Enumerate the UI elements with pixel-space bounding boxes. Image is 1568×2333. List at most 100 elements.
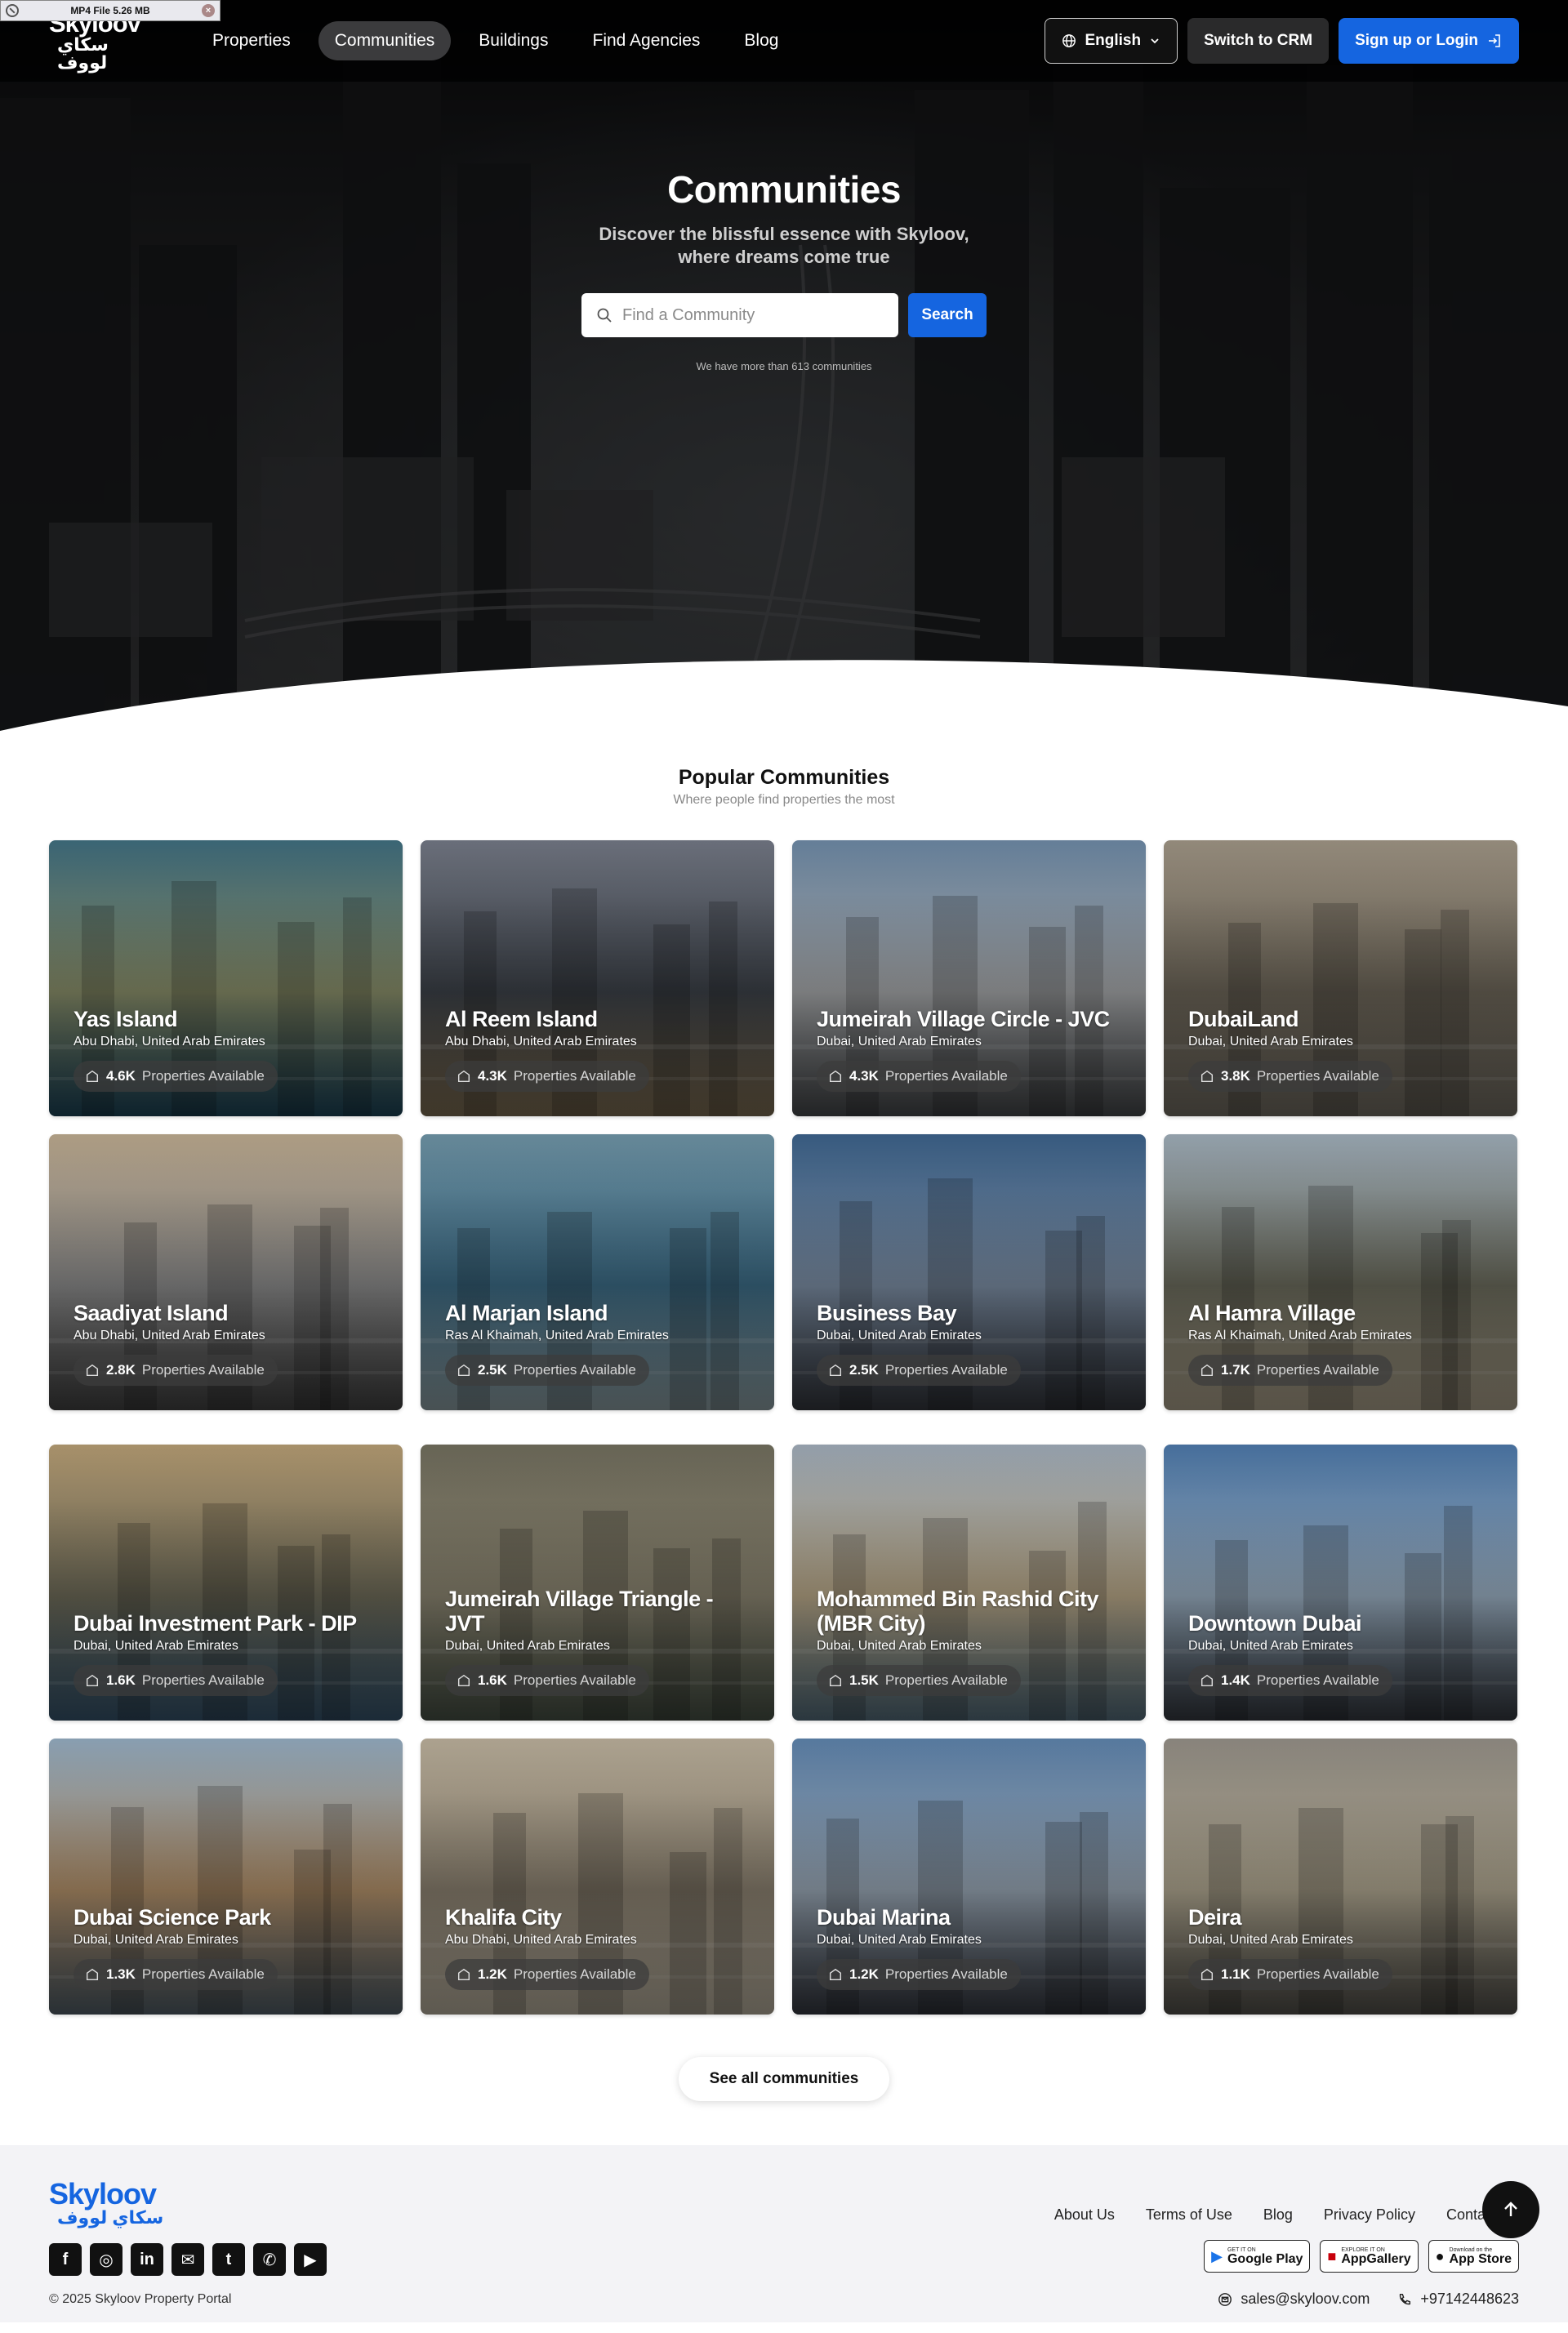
phone-link[interactable]: +97142448623 [1397,2291,1519,2308]
building-icon [829,1674,842,1687]
community-card[interactable]: Dubai Science Park Dubai, United Arab Em… [49,1739,403,2015]
properties-count: 4.3K [849,1068,879,1084]
copyright: © 2025 Skyloov Property Portal [49,2292,232,2306]
properties-label: Properties Available [513,1966,636,1982]
footer-logo[interactable]: Skyloov سكاي لووف [49,2179,163,2227]
footer-link-privacy[interactable]: Privacy Policy [1324,2206,1415,2224]
community-card[interactable]: Al Hamra Village Ras Al Khaimah, United … [1164,1134,1517,1410]
community-name: DubaiLand [1188,1007,1299,1031]
phone-text: +97142448623 [1420,2291,1519,2307]
mail-icon[interactable]: ✉ [172,2243,204,2276]
card-info: Yas Island Abu Dhabi, United Arab Emirat… [74,1007,386,1092]
store-badge[interactable]: ■ EXPLORE IT ON AppGallery [1320,2240,1419,2273]
properties-count-badge: 1.2K Properties Available [445,1959,649,1990]
language-label: English [1085,32,1142,49]
linkedin-icon[interactable]: in [131,2243,163,2276]
community-name: Dubai Investment Park - DIP [74,1611,357,1636]
properties-count: 1.5K [849,1672,879,1688]
community-name: Saadiyat Island [74,1301,229,1325]
properties-count: 1.6K [478,1672,507,1688]
switch-to-crm-button[interactable]: Switch to CRM [1187,18,1330,64]
search-input[interactable] [622,305,884,325]
nav-item-properties[interactable]: Properties [196,21,307,60]
community-name: Al Marjan Island [445,1301,608,1325]
search-button[interactable]: Search [908,293,987,337]
appgallery-icon: ■ [1327,2247,1337,2264]
app-store-badges: ▶ GET IT ON Google Play ■ EXPLORE IT ON A… [1204,2240,1519,2273]
search-field[interactable] [581,293,898,337]
twitter-icon[interactable]: t [212,2243,245,2276]
file-badge-text: MP4 File 5.26 MB [70,5,150,16]
navbar: Skyloov سكاي لووف Properties Communities… [0,0,1568,82]
properties-label: Properties Available [884,1068,1008,1084]
community-card[interactable]: Khalifa City Abu Dhabi, United Arab Emir… [421,1739,774,2015]
community-name: Al Hamra Village [1188,1301,1356,1325]
footer-contacts: sales@skyloov.com +97142448623 [1218,2291,1519,2308]
community-card[interactable]: Al Marjan Island Ras Al Khaimah, United … [421,1134,774,1410]
no-entry-icon [6,4,19,17]
card-info: DubaiLand Dubai, United Arab Emirates 3.… [1188,1007,1501,1092]
instagram-icon[interactable]: ◎ [90,2243,122,2276]
page-title: Communities [667,168,901,211]
community-card[interactable]: Downtown Dubai Dubai, United Arab Emirat… [1164,1445,1517,1721]
community-card[interactable]: Deira Dubai, United Arab Emirates 1.1K P… [1164,1739,1517,2015]
nav-item-find-agencies[interactable]: Find Agencies [577,21,717,60]
see-all-communities-button[interactable]: See all communities [678,2057,890,2101]
community-card[interactable]: Yas Island Abu Dhabi, United Arab Emirat… [49,840,403,1116]
community-card[interactable]: Dubai Investment Park - DIP Dubai, Unite… [49,1445,403,1721]
community-card[interactable]: Jumeirah Village Circle - JVC Dubai, Uni… [792,840,1146,1116]
login-button[interactable]: Sign up or Login [1339,18,1519,64]
properties-label: Properties Available [141,1362,265,1378]
social-links: f ◎ in ✉ t ✆ ▶ [49,2243,327,2276]
community-card[interactable]: Dubai Marina Dubai, United Arab Emirates… [792,1739,1146,2015]
community-name: Dubai Science Park [74,1905,271,1930]
play-icon: ▶ [1211,2247,1223,2264]
community-card[interactable]: Saadiyat Island Abu Dhabi, United Arab E… [49,1134,403,1410]
community-card[interactable]: Mohammed Bin Rashid City (MBR City) Duba… [792,1445,1146,1721]
community-location: Ras Al Khaimah, United Arab Emirates [1188,1329,1412,1342]
hero-wave [0,660,1568,731]
card-info: Mohammed Bin Rashid City (MBR City) Duba… [817,1587,1129,1696]
nav-item-communities[interactable]: Communities [318,21,452,60]
phone-icon [1400,2293,1411,2304]
footer-link-terms[interactable]: Terms of Use [1146,2206,1232,2224]
community-location: Abu Dhabi, United Arab Emirates [74,1035,265,1049]
properties-count: 1.3K [106,1966,136,1982]
building-icon [457,1674,470,1687]
community-card[interactable]: DubaiLand Dubai, United Arab Emirates 3.… [1164,840,1517,1116]
mail-icon [1218,2292,1232,2306]
search-bar: Search [0,293,1568,337]
close-icon[interactable]: × [202,4,215,17]
apple-icon: ● [1435,2247,1445,2264]
properties-count: 1.2K [478,1966,507,1982]
community-name: Deira [1188,1905,1242,1930]
community-name: Jumeirah Village Circle - JVC [817,1007,1110,1031]
properties-count: 4.3K [478,1068,507,1084]
properties-count-badge: 1.5K Properties Available [817,1665,1021,1696]
facebook-icon[interactable]: f [49,2243,82,2276]
community-card[interactable]: Business Bay Dubai, United Arab Emirates… [792,1134,1146,1410]
main-nav: Properties Communities Buildings Find Ag… [196,21,795,60]
scroll-to-top-button[interactable] [1482,2181,1539,2238]
card-info: Al Reem Island Abu Dhabi, United Arab Em… [445,1007,758,1092]
card-info: Dubai Marina Dubai, United Arab Emirates… [817,1905,1129,1990]
email-link[interactable]: sales@skyloov.com [1218,2291,1370,2308]
youtube-icon[interactable]: ▶ [294,2243,327,2276]
community-location: Dubai, United Arab Emirates [1188,1933,1353,1947]
footer-link-blog[interactable]: Blog [1263,2206,1293,2224]
community-card[interactable]: Al Reem Island Abu Dhabi, United Arab Em… [421,840,774,1116]
store-badge[interactable]: ▶ GET IT ON Google Play [1204,2240,1311,2273]
footer-link-about-us[interactable]: About Us [1054,2206,1115,2224]
community-card[interactable]: Jumeirah Village Triangle - JVT Dubai, U… [421,1445,774,1721]
properties-count-badge: 3.8K Properties Available [1188,1061,1392,1092]
building-icon [86,1674,99,1687]
footer-links: About Us Terms of Use Blog Privacy Polic… [1054,2206,1519,2224]
whatsapp-icon[interactable]: ✆ [253,2243,286,2276]
store-badge[interactable]: ● Download on the App Store [1428,2240,1519,2273]
community-name: Jumeirah Village Triangle - JVT [445,1587,714,1636]
nav-item-buildings[interactable]: Buildings [462,21,564,60]
language-selector[interactable]: English [1045,18,1178,64]
nav-item-blog[interactable]: Blog [728,21,795,60]
community-name: Mohammed Bin Rashid City (MBR City) [817,1587,1099,1636]
footer-logo-text: Skyloov [49,2177,157,2211]
